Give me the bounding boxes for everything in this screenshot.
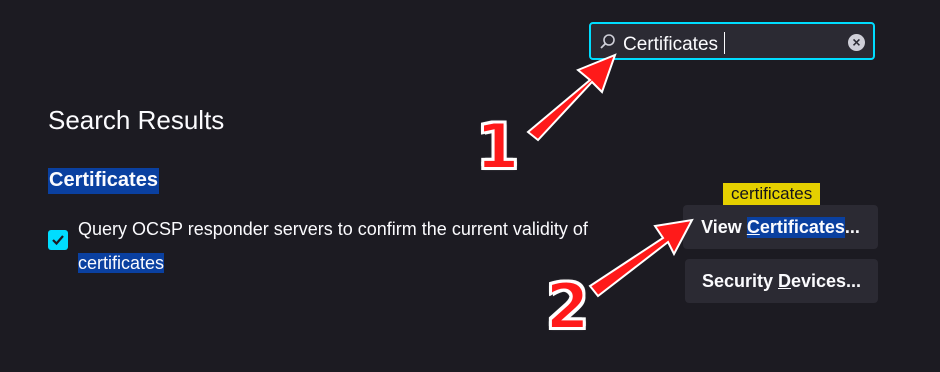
annotation-arrows [526, 53, 694, 298]
arrow-2 [588, 218, 694, 298]
arrow-1 [526, 53, 617, 142]
step-1-label: 1 [475, 109, 520, 184]
step-2-label: 2 [545, 269, 590, 344]
